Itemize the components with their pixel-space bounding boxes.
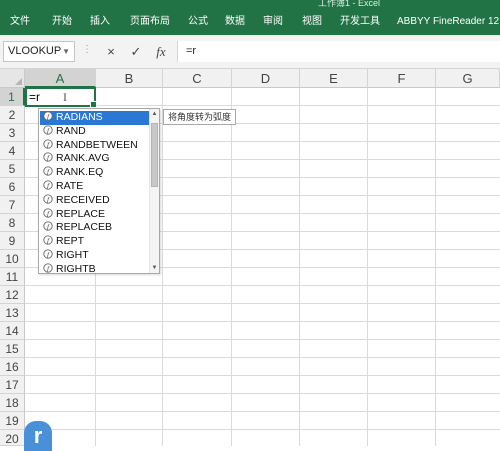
column-header-c[interactable]: C <box>163 69 232 88</box>
scroll-down-icon[interactable]: ▼ <box>150 263 159 273</box>
tab-formulas[interactable]: 公式 <box>188 8 208 35</box>
function-icon: f <box>43 263 53 273</box>
row-header-11[interactable]: 11 <box>0 268 25 286</box>
function-icon: f <box>43 111 53 121</box>
chevron-down-icon[interactable]: ▼ <box>62 42 70 61</box>
function-icon: f <box>43 125 53 135</box>
autocomplete-item-randbetween[interactable]: f RANDBETWEEN <box>40 139 149 153</box>
text-cursor-icon: I <box>63 90 67 104</box>
autocomplete-item-replaceb[interactable]: f REPLACEB <box>40 221 149 235</box>
column-header-g[interactable]: G <box>436 69 500 88</box>
row-header-2[interactable]: 2 <box>0 106 25 124</box>
row-header-16[interactable]: 16 <box>0 358 25 376</box>
tab-data[interactable]: 数据 <box>225 8 245 35</box>
function-icon: f <box>43 138 53 149</box>
gridline <box>25 339 500 340</box>
tab-file[interactable]: 文件 <box>10 8 30 35</box>
autocomplete-item-rept[interactable]: f REPT <box>40 235 149 249</box>
scroll-up-icon[interactable]: ▲ <box>150 109 159 119</box>
title-bar: 工作簿1 - Excel <box>0 0 500 8</box>
tab-page-layout[interactable]: 页面布局 <box>130 8 170 35</box>
fill-handle[interactable] <box>90 101 97 108</box>
row-header-15[interactable]: 15 <box>0 340 25 358</box>
row-header-10[interactable]: 10 <box>0 250 25 268</box>
name-box-value: VLOOKUP <box>8 45 62 57</box>
row-header-4[interactable]: 4 <box>0 142 25 160</box>
row-header-18[interactable]: 18 <box>0 394 25 412</box>
gridline <box>25 375 500 376</box>
function-icon: f <box>43 235 53 245</box>
function-autocomplete-list: f RADIANS f RAND f RANDBETWEEN f RANK.AVG fR… <box>38 108 160 274</box>
name-box[interactable]: VLOOKUP ▼ <box>3 41 75 62</box>
column-header-b[interactable]: B <box>96 69 163 88</box>
autocomplete-item-right[interactable]: f RIGHT <box>40 249 149 263</box>
cancel-button[interactable]: × <box>102 43 120 61</box>
gridline <box>25 303 500 304</box>
autocomplete-item-rightb[interactable]: f RIGHTB <box>40 263 149 273</box>
scroll-thumb[interactable] <box>151 123 158 187</box>
row-header-17[interactable]: 17 <box>0 376 25 394</box>
formula-input[interactable]: =r <box>177 41 500 62</box>
row-header-9[interactable]: 9 <box>0 232 25 250</box>
row-header-12[interactable]: 12 <box>0 286 25 304</box>
column-header-a[interactable]: A <box>25 69 96 88</box>
autocomplete-item-rank-eq[interactable]: f RANK.EQ <box>40 166 149 180</box>
column-header-f[interactable]: F <box>368 69 436 88</box>
row-header-14[interactable]: 14 <box>0 322 25 340</box>
enter-button[interactable]: ✓ <box>127 43 145 61</box>
function-icon: f <box>43 194 53 204</box>
row-header-3[interactable]: 3 <box>0 124 25 142</box>
insert-function-button[interactable]: fx <box>152 43 170 61</box>
row-header-20[interactable]: 20 <box>0 430 25 446</box>
row-header-7[interactable]: 7 <box>0 196 25 214</box>
tab-insert[interactable]: 插入 <box>90 8 110 35</box>
gridline <box>25 411 500 412</box>
tab-home[interactable]: 开始 <box>52 8 72 35</box>
autocomplete-item-replace[interactable]: f REPLACE <box>40 208 149 222</box>
column-header-d[interactable]: D <box>232 69 300 88</box>
gridline <box>25 393 500 394</box>
column-header-e[interactable]: E <box>300 69 368 88</box>
ribbon-tabs: 文件 开始 插入 页面布局 公式 数据 审阅 视图 开发工具 ABBYY Fin… <box>0 8 500 35</box>
tab-review[interactable]: 审阅 <box>263 8 283 35</box>
gridline <box>25 429 500 430</box>
autocomplete-item-rand[interactable]: f RAND <box>40 125 149 139</box>
worksheet-grid: A B C D E F G 1 2 3 4 5 6 7 8 9 10 11 12… <box>0 69 500 446</box>
autocomplete-item-radians[interactable]: f RADIANS <box>40 111 149 125</box>
function-icon: f <box>43 152 53 163</box>
active-cell-a1[interactable]: =r I <box>25 87 97 108</box>
autocomplete-item-rank-avg[interactable]: f RANK.AVG <box>40 152 149 166</box>
function-icon: f <box>43 221 53 232</box>
function-icon: f <box>43 180 53 190</box>
row-header-8[interactable]: 8 <box>0 214 25 232</box>
function-icon: f <box>43 249 53 259</box>
function-icon: f <box>43 166 53 176</box>
row-header-5[interactable]: 5 <box>0 160 25 178</box>
tab-view[interactable]: 视图 <box>302 8 322 35</box>
more-dots-icon: ⋮ <box>82 44 92 55</box>
gridline <box>25 285 500 286</box>
autocomplete-scrollbar[interactable]: ▲ ▼ <box>149 109 159 273</box>
autocomplete-item-received[interactable]: f RECEIVED <box>40 194 149 208</box>
formula-bar: VLOOKUP ▼ ⋮ × ✓ fx =r <box>0 35 500 69</box>
tab-developer[interactable]: 开发工具 <box>340 8 380 35</box>
row-header-13[interactable]: 13 <box>0 304 25 322</box>
cell-a1-text: =r <box>29 90 41 104</box>
tab-abbyy[interactable]: ABBYY FineReader 12 <box>397 8 499 35</box>
row-header-19[interactable]: 19 <box>0 412 25 430</box>
row-header-1[interactable]: 1 <box>0 88 25 106</box>
keypress-indicator: r <box>24 421 52 451</box>
autocomplete-item-rate[interactable]: f RATE <box>40 180 149 194</box>
select-all-button[interactable] <box>0 69 25 88</box>
function-icon: f <box>43 207 53 218</box>
gridline <box>25 321 500 322</box>
function-tooltip: 将角度转为弧度 <box>163 109 237 125</box>
row-header-6[interactable]: 6 <box>0 178 25 196</box>
gridline <box>25 357 500 358</box>
